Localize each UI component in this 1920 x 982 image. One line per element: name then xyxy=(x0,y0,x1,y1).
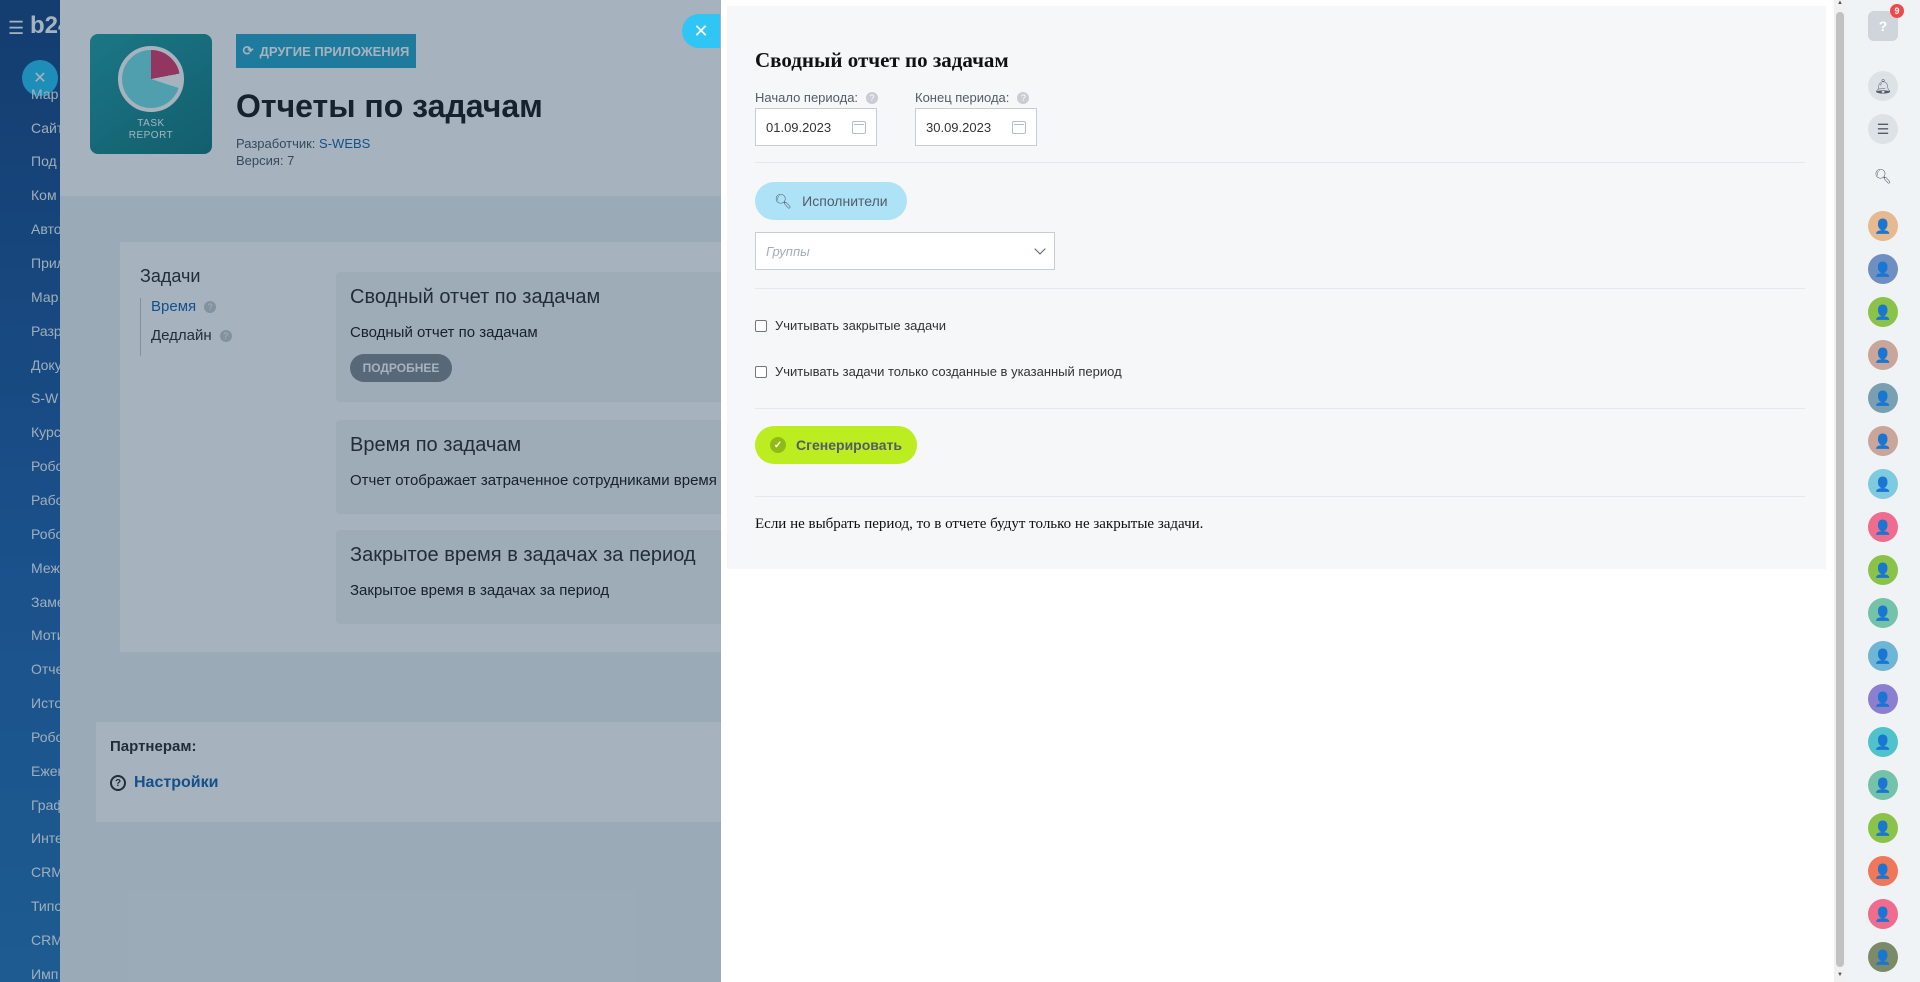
divider xyxy=(755,162,1805,163)
user-avatar-icon: 👤 xyxy=(1868,469,1898,499)
divider xyxy=(755,496,1805,497)
contact-avatar[interactable]: 👤 xyxy=(1863,894,1903,934)
contact-avatar[interactable]: 👤 xyxy=(1863,851,1903,891)
right-sidebar: ? 9 🔔︎ ☰ 🔍︎ 👤 👤 👤 👤 👤 👤 👤 👤 👤 👤 👤 👤 👤 👤 👤 👤 👤 👤 xyxy=(1846,0,1920,982)
start-period-text: Начало периода: xyxy=(755,90,859,105)
end-period-label: Конец периода: ? xyxy=(915,90,1030,105)
contact-avatar[interactable]: 👤 xyxy=(1863,292,1903,332)
divider xyxy=(755,288,1805,289)
calendar-icon[interactable] xyxy=(852,120,866,134)
user-avatar-icon: 👤 xyxy=(1868,727,1898,757)
chevron-down-icon xyxy=(1034,243,1046,255)
help-button[interactable]: ? 9 xyxy=(1863,4,1904,46)
generate-label: Сгенерировать xyxy=(796,437,902,453)
end-date-field[interactable]: 30.09.2023 xyxy=(915,108,1037,146)
user-avatar-icon: 👤 xyxy=(1868,426,1898,456)
search-icon: 🔍︎ xyxy=(1874,167,1892,184)
help-icon[interactable]: ? xyxy=(866,91,879,104)
groups-placeholder: Группы xyxy=(766,243,810,259)
search-icon: 🔍︎ xyxy=(774,192,793,209)
user-avatar-icon: 👤 xyxy=(1868,942,1898,972)
user-avatar-icon: 👤 xyxy=(1868,211,1898,241)
contact-avatar[interactable]: 👤 xyxy=(1863,464,1903,504)
contact-avatar[interactable]: 👤 xyxy=(1863,206,1903,246)
notifications-button[interactable]: 🔔︎ xyxy=(1863,66,1903,106)
search-button[interactable]: 🔍︎ xyxy=(1863,156,1903,196)
help-icon[interactable]: ? xyxy=(1017,91,1030,104)
end-period-text: Конец периода: xyxy=(915,90,1010,105)
user-avatar-icon: 👤 xyxy=(1868,641,1898,671)
start-date-value: 01.09.2023 xyxy=(766,119,832,135)
period-tasks-label: Учитывать задачи только созданные в указ… xyxy=(775,364,1122,379)
user-avatar-icon: 👤 xyxy=(1868,254,1898,284)
bell-icon: 🔔︎ xyxy=(1868,71,1898,101)
closed-tasks-checkbox[interactable] xyxy=(755,319,767,332)
contact-avatar[interactable]: 👤 xyxy=(1863,679,1903,719)
user-avatar-icon: 👤 xyxy=(1868,555,1898,585)
user-avatar-icon: 👤 xyxy=(1868,899,1898,929)
start-date-field[interactable]: 01.09.2023 xyxy=(755,108,877,146)
contact-avatar[interactable]: 👤 xyxy=(1863,765,1903,805)
contact-avatar[interactable]: 👤 xyxy=(1863,378,1903,418)
contact-avatar[interactable]: 👤 xyxy=(1863,937,1903,977)
scroll-thumb[interactable] xyxy=(1836,12,1844,967)
contact-avatar[interactable]: 👤 xyxy=(1863,550,1903,590)
scroll-down-icon[interactable]: ▼ xyxy=(1836,972,1844,978)
chat-search-button[interactable]: ☰ xyxy=(1863,109,1903,149)
start-period-label: Начало периода: ? xyxy=(755,90,879,105)
closed-tasks-label: Учитывать закрытые задачи xyxy=(775,318,946,333)
groups-select[interactable]: Группы xyxy=(755,232,1055,270)
divider xyxy=(755,408,1805,409)
user-avatar-icon: 👤 xyxy=(1868,383,1898,413)
user-avatar-icon: 👤 xyxy=(1868,684,1898,714)
slider-scrollbar[interactable]: ▲ ▼ xyxy=(1834,0,1846,982)
scroll-up-icon[interactable]: ▲ xyxy=(1836,0,1844,6)
executors-button[interactable]: 🔍︎ Исполнители xyxy=(755,182,907,220)
user-avatar-icon: 👤 xyxy=(1868,297,1898,327)
contact-avatar[interactable]: 👤 xyxy=(1863,808,1903,848)
calendar-icon[interactable] xyxy=(1012,120,1026,134)
user-avatar-icon: 👤 xyxy=(1868,340,1898,370)
report-form: Сводный отчет по задачам Начало периода:… xyxy=(727,6,1826,569)
executors-label: Исполнители xyxy=(802,193,888,209)
contact-avatar[interactable]: 👤 xyxy=(1863,636,1903,676)
chat-icon: ☰ xyxy=(1868,114,1898,144)
user-avatar-icon: 👤 xyxy=(1868,512,1898,542)
period-note: Если не выбрать период, то в отчете буду… xyxy=(755,516,1204,532)
close-icon: ✕ xyxy=(693,20,709,41)
user-avatar-icon: 👤 xyxy=(1868,856,1898,886)
period-tasks-checkbox-row[interactable]: Учитывать задачи только созданные в указ… xyxy=(755,364,1122,379)
check-icon: ✓ xyxy=(770,437,787,453)
contact-avatar[interactable]: 👤 xyxy=(1863,593,1903,633)
closed-tasks-checkbox-row[interactable]: Учитывать закрытые задачи xyxy=(755,318,946,333)
help-icon: ? 9 xyxy=(1868,4,1904,41)
report-slider: Сводный отчет по задачам Начало периода:… xyxy=(721,0,1841,982)
contact-avatar[interactable]: 👤 xyxy=(1863,335,1903,375)
end-date-value: 30.09.2023 xyxy=(926,119,992,135)
user-avatar-icon: 👤 xyxy=(1868,770,1898,800)
close-slider-button[interactable]: ✕ xyxy=(682,14,720,48)
contact-avatar[interactable]: 👤 xyxy=(1863,507,1903,547)
contact-avatar[interactable]: 👤 xyxy=(1863,249,1903,289)
user-avatar-icon: 👤 xyxy=(1868,813,1898,843)
contact-avatar[interactable]: 👤 xyxy=(1863,421,1903,461)
notification-badge: 9 xyxy=(1890,4,1904,18)
report-title: Сводный отчет по задачам xyxy=(755,48,1009,72)
user-avatar-icon: 👤 xyxy=(1868,598,1898,628)
contact-avatar[interactable]: 👤 xyxy=(1863,722,1903,762)
period-tasks-checkbox[interactable] xyxy=(755,365,767,378)
generate-button[interactable]: ✓ Сгенерировать xyxy=(755,426,917,464)
